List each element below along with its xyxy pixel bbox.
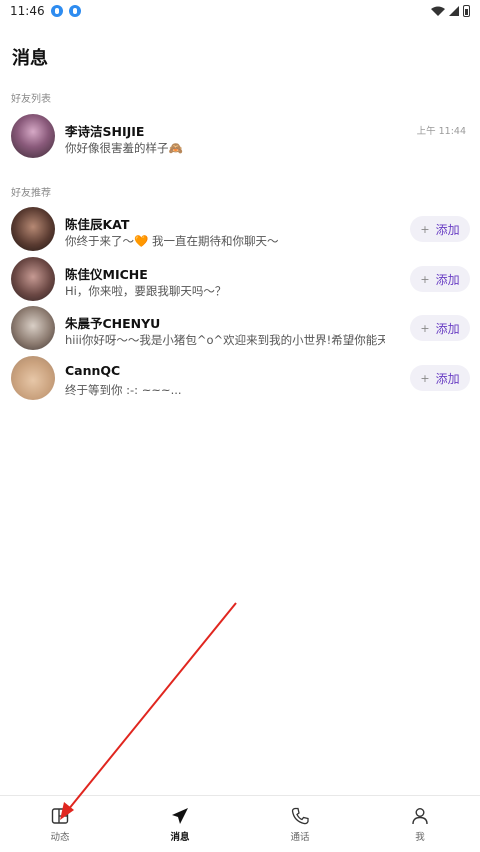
avatar bbox=[11, 114, 55, 158]
section-label-recommend: 好友推荐 bbox=[11, 188, 51, 199]
battery-icon bbox=[463, 5, 470, 17]
avatar bbox=[11, 207, 55, 251]
message-preview: Hi，你来啦，要跟我聊天吗～？ bbox=[65, 284, 227, 298]
contact-name: 陈佳辰KAT bbox=[65, 217, 130, 232]
nav-item-me[interactable]: 我 bbox=[360, 796, 480, 852]
nav-label: 动态 bbox=[50, 832, 70, 843]
section-label-friends: 好友列表 bbox=[11, 94, 51, 105]
recommend-row[interactable]: CannQC 终于等到你 :-: ~~~... + 添加 bbox=[0, 354, 480, 402]
nav-item-messages[interactable]: 消息 bbox=[120, 796, 240, 852]
plus-icon: + bbox=[420, 371, 430, 385]
avatar bbox=[11, 257, 55, 301]
plus-icon: + bbox=[420, 321, 430, 335]
person-icon bbox=[412, 808, 428, 825]
recommend-row[interactable]: 朱晨予CHENYU hiii你好呀～～我是小猪包^o^欢迎来到我的小世界!希望你… bbox=[0, 304, 480, 352]
message-time: 上午 11:44 bbox=[416, 126, 466, 137]
avatar bbox=[11, 306, 55, 350]
page-title: 消息 bbox=[12, 48, 48, 69]
wifi-icon bbox=[431, 6, 445, 16]
notification-app-icon bbox=[68, 5, 81, 17]
nav-label: 我 bbox=[415, 832, 425, 843]
contact-name: 李诗洁SHIJIE bbox=[65, 124, 145, 139]
nav-label: 消息 bbox=[170, 832, 190, 843]
message-preview: hiii你好呀～～我是小猪包^o^欢迎来到我的小世界!希望你能天... bbox=[65, 333, 385, 347]
add-friend-button[interactable]: + 添加 bbox=[410, 216, 470, 242]
message-preview: 你好像很害羞的样子🙈 bbox=[65, 141, 183, 155]
nav-label: 通话 bbox=[290, 832, 310, 843]
add-friend-button[interactable]: + 添加 bbox=[410, 266, 470, 292]
nav-item-feed[interactable]: 动态 bbox=[0, 796, 120, 852]
recommend-row[interactable]: 陈佳仪MICHE Hi，你来啦，要跟我聊天吗～？ + 添加 bbox=[0, 255, 480, 303]
message-preview: 你终于来了～🧡 我一直在期待和你聊天～ bbox=[65, 234, 279, 248]
add-friend-button[interactable]: + 添加 bbox=[410, 315, 470, 341]
message-preview: 终于等到你 :-: ~~~... bbox=[65, 383, 182, 397]
add-label: 添加 bbox=[435, 272, 460, 287]
chat-row[interactable]: 李诗洁SHIJIE 你好像很害羞的样子🙈 上午 11:44 bbox=[0, 112, 480, 160]
status-indicators bbox=[431, 5, 470, 17]
contact-name: 陈佳仪MICHE bbox=[65, 267, 148, 282]
feed-icon bbox=[51, 808, 69, 824]
bottom-nav: 动态 消息 通话 我 bbox=[0, 795, 480, 852]
contact-name: 朱晨予CHENYU bbox=[65, 316, 161, 331]
nav-item-calls[interactable]: 通话 bbox=[240, 796, 360, 852]
add-label: 添加 bbox=[435, 321, 460, 336]
plus-icon: + bbox=[420, 272, 430, 286]
notification-app-icon bbox=[50, 5, 63, 17]
status-bar: 11:46 bbox=[0, 0, 480, 22]
status-time: 11:46 bbox=[10, 4, 45, 18]
avatar bbox=[11, 356, 55, 400]
add-friend-button[interactable]: + 添加 bbox=[410, 365, 470, 391]
add-label: 添加 bbox=[435, 371, 460, 386]
contact-name: CannQC bbox=[65, 363, 121, 378]
plus-icon: + bbox=[420, 222, 430, 236]
signal-icon bbox=[449, 6, 459, 16]
phone-icon bbox=[291, 807, 309, 825]
send-icon bbox=[172, 808, 188, 824]
add-label: 添加 bbox=[435, 222, 460, 237]
recommend-row[interactable]: 陈佳辰KAT 你终于来了～🧡 我一直在期待和你聊天～ + 添加 bbox=[0, 205, 480, 253]
